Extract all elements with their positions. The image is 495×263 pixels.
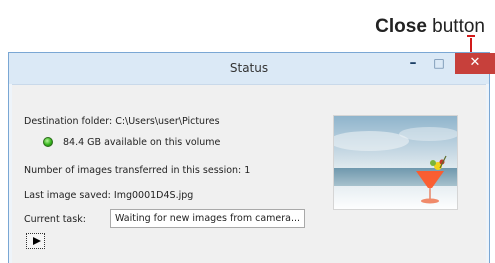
thumbnail-image xyxy=(334,116,457,209)
last-saved-row: Last image saved: Img0001D4S.jpg xyxy=(24,190,193,201)
volume-size: 84.4 GB xyxy=(63,137,102,148)
play-button[interactable] xyxy=(26,233,45,249)
current-task-label: Current task: xyxy=(24,214,86,225)
close-button[interactable]: ✕ xyxy=(455,53,495,74)
last-saved-label: Last image saved: xyxy=(24,190,111,201)
transferred-row: Number of images transferred in this ses… xyxy=(24,165,250,176)
volume-text: available on this volume xyxy=(104,137,221,148)
callout-rest: button xyxy=(426,16,485,37)
maximize-button[interactable]: □ xyxy=(427,53,451,74)
destination-label: Destination folder: xyxy=(24,116,113,127)
destination-row: Destination folder: C:\Users\user\Pictur… xyxy=(24,116,220,127)
minimize-button[interactable]: – xyxy=(401,53,425,74)
last-image-thumbnail xyxy=(333,115,458,210)
last-saved-value: Img0001D4S.jpg xyxy=(113,190,194,201)
transferred-label: Number of images transferred in this ses… xyxy=(24,165,242,176)
page: Close button Status – □ ✕ Destination fo… xyxy=(0,0,495,263)
transferred-value: 1 xyxy=(244,165,251,176)
callout-bold: Close xyxy=(375,16,427,37)
title-bar[interactable]: Status – □ ✕ xyxy=(9,53,495,84)
current-task-field: Waiting for new images from camera... xyxy=(110,209,305,228)
volume-row: 84.4 GB available on this volume xyxy=(63,137,220,148)
status-light-icon xyxy=(43,137,53,147)
destination-value: C:\Users\user\Pictures xyxy=(115,116,220,127)
